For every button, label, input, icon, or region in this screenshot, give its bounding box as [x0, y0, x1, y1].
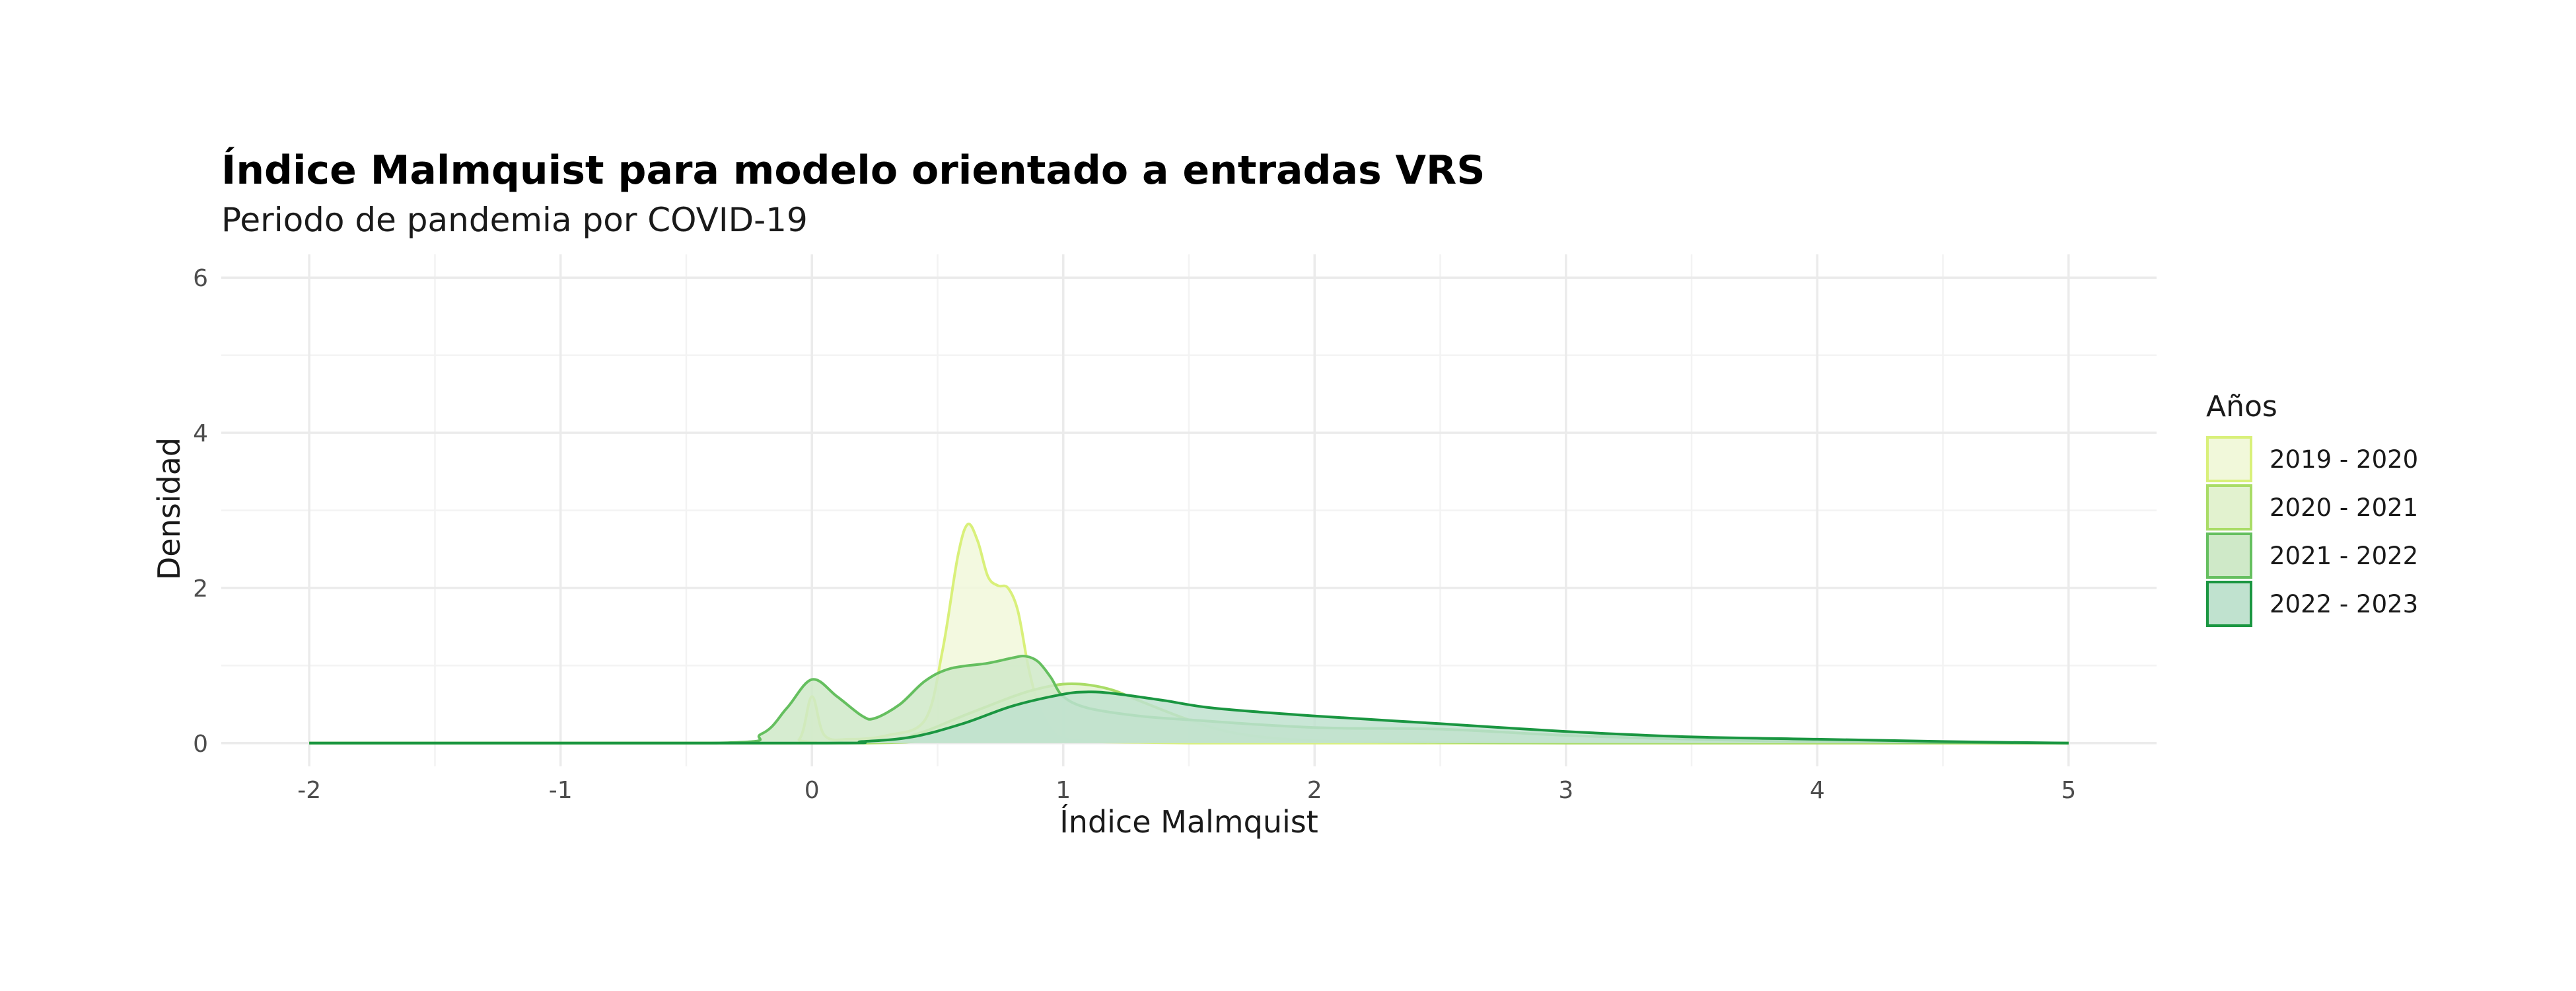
y-tick-label: 2 [193, 575, 208, 603]
legend-swatch [2206, 484, 2252, 531]
y-tick-label: 6 [193, 265, 208, 292]
y-tick-label: 0 [193, 731, 208, 758]
x-axis-label: Índice Malmquist [1059, 804, 1318, 840]
legend: Años 2019 - 2020 2020 - 2021 2021 - 2022 20… [2206, 390, 2418, 627]
x-tick-label: -1 [549, 777, 573, 804]
legend-label: 2021 - 2022 [2270, 542, 2418, 570]
x-axis-ticks: -2 -1 0 1 2 3 4 5 [297, 777, 2076, 804]
x-tick-label: 5 [2061, 777, 2076, 804]
y-axis-label: Densidad [151, 437, 187, 580]
x-tick-label: 0 [805, 777, 820, 804]
chart-title: Índice Malmquist para modelo orientado a… [221, 146, 1485, 194]
legend-swatch [2206, 532, 2252, 579]
x-tick-label: -2 [297, 777, 321, 804]
legend-label: 2022 - 2023 [2270, 590, 2418, 618]
legend-title: Años [2206, 390, 2277, 423]
x-tick-label: 3 [1558, 777, 1573, 804]
legend-swatch [2206, 581, 2252, 627]
density-chart: -2 -1 0 1 2 3 4 5 0 2 4 6 Índice Malmquist para mo… [151, 146, 2418, 840]
x-tick-label: 4 [1810, 777, 1825, 804]
legend-label: 2020 - 2021 [2270, 494, 2418, 522]
y-axis-ticks: 0 2 4 6 [193, 265, 208, 758]
legend-label: 2019 - 2020 [2270, 445, 2418, 474]
x-tick-label: 2 [1307, 777, 1322, 804]
grid [221, 254, 2157, 766]
x-tick-label: 1 [1055, 777, 1071, 804]
chart-subtitle: Periodo de pandemia por COVID-19 [221, 201, 808, 239]
legend-swatch [2206, 436, 2252, 482]
y-tick-label: 4 [193, 420, 208, 447]
